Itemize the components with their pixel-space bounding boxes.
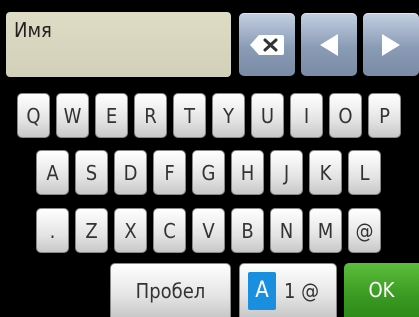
key-a[interactable]: A	[36, 150, 69, 195]
key-w[interactable]: W	[56, 93, 89, 138]
key-k[interactable]: K	[309, 150, 342, 195]
key-b[interactable]: B	[231, 208, 264, 253]
key-r[interactable]: R	[134, 93, 167, 138]
input-value: Имя	[14, 18, 52, 42]
key-at[interactable]: @	[348, 208, 381, 253]
key-period[interactable]: .	[36, 208, 69, 253]
arrow-right-icon	[382, 33, 400, 56]
key-s[interactable]: S	[75, 150, 108, 195]
key-v[interactable]: V	[192, 208, 225, 253]
key-y[interactable]: Y	[212, 93, 245, 138]
backspace-icon	[250, 34, 284, 55]
key-i[interactable]: I	[290, 93, 323, 138]
key-d[interactable]: D	[114, 150, 147, 195]
key-f[interactable]: F	[153, 150, 186, 195]
key-t[interactable]: T	[173, 93, 206, 138]
key-p[interactable]: P	[368, 93, 401, 138]
key-q[interactable]: Q	[17, 93, 50, 138]
mode-other-label: 1 @	[284, 278, 320, 303]
backspace-button[interactable]	[239, 13, 295, 76]
key-e[interactable]: E	[95, 93, 128, 138]
cursor-left-button[interactable]	[301, 13, 357, 76]
key-l[interactable]: L	[348, 150, 381, 195]
key-h[interactable]: H	[231, 150, 264, 195]
key-j[interactable]: J	[270, 150, 303, 195]
key-z[interactable]: Z	[75, 208, 108, 253]
key-m[interactable]: M	[309, 208, 342, 253]
mode-letters-indicator: A	[248, 271, 276, 310]
key-o[interactable]: O	[329, 93, 362, 138]
space-key-label: Пробел	[135, 278, 206, 303]
key-n[interactable]: N	[270, 208, 303, 253]
key-u[interactable]: U	[251, 93, 284, 138]
key-g[interactable]: G	[192, 150, 225, 195]
ok-button-label: OK	[368, 278, 395, 302]
input-mode-key[interactable]: A 1 @	[239, 263, 337, 317]
arrow-left-icon	[320, 33, 338, 56]
cursor-right-button[interactable]	[363, 13, 419, 76]
key-x[interactable]: X	[114, 208, 147, 253]
text-input-field[interactable]: Имя	[6, 12, 231, 77]
ok-button[interactable]: OK	[344, 263, 419, 317]
space-key[interactable]: Пробел	[110, 263, 231, 317]
key-c[interactable]: C	[153, 208, 186, 253]
